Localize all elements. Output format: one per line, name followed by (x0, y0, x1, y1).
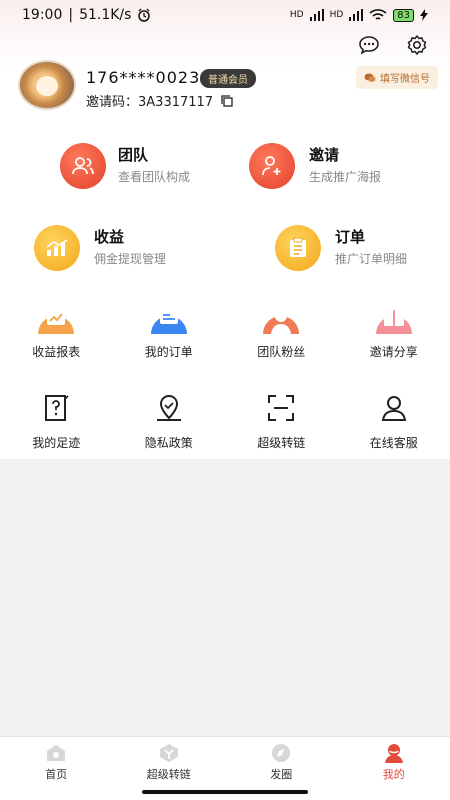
privacy-icon (147, 390, 191, 426)
invite-code-row: 邀请码：3A3317117 (86, 91, 233, 110)
invite-code-value: 3A3317117 (138, 95, 214, 110)
earnings-card-subtitle: 佣金提现管理 (94, 252, 167, 266)
alarm-icon (138, 8, 151, 22)
invite-code-label: 邀请码： (86, 95, 139, 110)
charging-icon (420, 9, 428, 21)
invite-icon (249, 143, 295, 189)
team-card-title: 团队 (118, 146, 149, 164)
invite-card-subtitle: 生成推广海报 (309, 170, 382, 184)
earnings-card[interactable]: 收益 佣金提现管理 (0, 207, 225, 289)
status-time: 19:00 (22, 7, 63, 23)
main-cards-row-2: 收益 佣金提现管理 订单 推广订单明细 (0, 207, 450, 289)
settings-gear-icon[interactable] (406, 34, 428, 56)
status-bar: 19:00 | 51.1K/s HD HD 83 (0, 0, 450, 30)
home-icon (47, 745, 66, 761)
avatar[interactable] (18, 60, 76, 110)
feature-grid-row-2: 我的足迹 隐私政策 超级转链 在线客服 (0, 374, 450, 459)
network-speed: 51.1K/s (79, 7, 132, 23)
profile-icon (384, 744, 403, 763)
privacy-policy-item[interactable]: 隐私政策 (113, 374, 226, 459)
tab-mine-label: 我的 (382, 768, 405, 781)
signal-label-1: HD (289, 10, 304, 20)
team-fans-item[interactable]: 团队粉丝 (225, 289, 338, 374)
header-actions (358, 34, 428, 56)
battery-indicator: 83 (393, 8, 414, 22)
home-indicator[interactable] (142, 790, 308, 794)
my-footprint-item[interactable]: 我的足迹 (0, 374, 113, 459)
tab-home-label: 首页 (45, 768, 68, 781)
wechat-icon (364, 73, 376, 82)
signal-icon-2 (349, 9, 364, 21)
team-card[interactable]: 团队 查看团队构成 (0, 125, 225, 207)
member-level-badge: 普通会员 (200, 69, 256, 88)
order-card-subtitle: 推广订单明细 (335, 252, 408, 266)
my-orders-item[interactable]: 我的订单 (113, 289, 226, 374)
team-icon (60, 143, 106, 189)
tab-mine[interactable]: 我的 (338, 737, 450, 800)
my-orders-label: 我的订单 (144, 345, 193, 359)
invite-share-item[interactable]: 邀请分享 (338, 289, 450, 374)
footprint-icon (34, 390, 78, 426)
earnings-report-label: 收益报表 (32, 345, 81, 359)
privacy-policy-label: 隐私政策 (144, 436, 193, 450)
online-service-label: 在线客服 (369, 436, 418, 450)
invite-share-label: 邀请分享 (369, 345, 418, 359)
service-icon (372, 390, 416, 426)
report-icon (34, 299, 78, 335)
invite-card[interactable]: 邀请 生成推广海报 (225, 125, 450, 207)
fill-wechat-button[interactable]: 填写微信号 (356, 66, 438, 89)
gift-icon (372, 299, 416, 335)
signal-label-2: HD (329, 10, 344, 20)
tab-super-transfer-label: 超级转链 (146, 768, 191, 781)
earnings-report-item[interactable]: 收益报表 (0, 289, 113, 374)
earnings-card-title: 收益 (94, 228, 125, 246)
transfer-icon (159, 744, 178, 762)
status-divider: | (68, 7, 74, 23)
earnings-icon (34, 225, 80, 271)
copy-icon[interactable] (221, 94, 233, 107)
scan-icon (259, 390, 303, 426)
invite-card-title: 邀请 (309, 146, 340, 164)
feature-grid-row-1: 收益报表 我的订单 团队粉丝 邀请分享 (0, 289, 450, 374)
team-card-subtitle: 查看团队构成 (118, 170, 191, 184)
team-fans-label: 团队粉丝 (257, 345, 306, 359)
super-transfer-label: 超级转链 (257, 436, 306, 450)
order-card-title: 订单 (335, 228, 366, 246)
signal-icon (309, 9, 324, 21)
my-order-icon (147, 299, 191, 335)
user-phone: 176****0023 (86, 68, 201, 87)
main-cards-row-1: 团队 查看团队构成 邀请 生成推广海报 (0, 125, 450, 207)
online-service-item[interactable]: 在线客服 (338, 374, 450, 459)
fans-icon (259, 299, 303, 335)
wifi-icon (369, 9, 387, 20)
order-icon (275, 225, 321, 271)
fill-wechat-label: 填写微信号 (380, 74, 430, 85)
message-icon[interactable] (358, 34, 380, 56)
compass-icon (272, 744, 291, 762)
super-transfer-item[interactable]: 超级转链 (225, 374, 338, 459)
order-card[interactable]: 订单 推广订单明细 (225, 207, 450, 289)
my-footprint-label: 我的足迹 (32, 436, 81, 450)
tab-moments-label: 发圈 (270, 768, 293, 781)
tab-home[interactable]: 首页 (0, 737, 113, 800)
